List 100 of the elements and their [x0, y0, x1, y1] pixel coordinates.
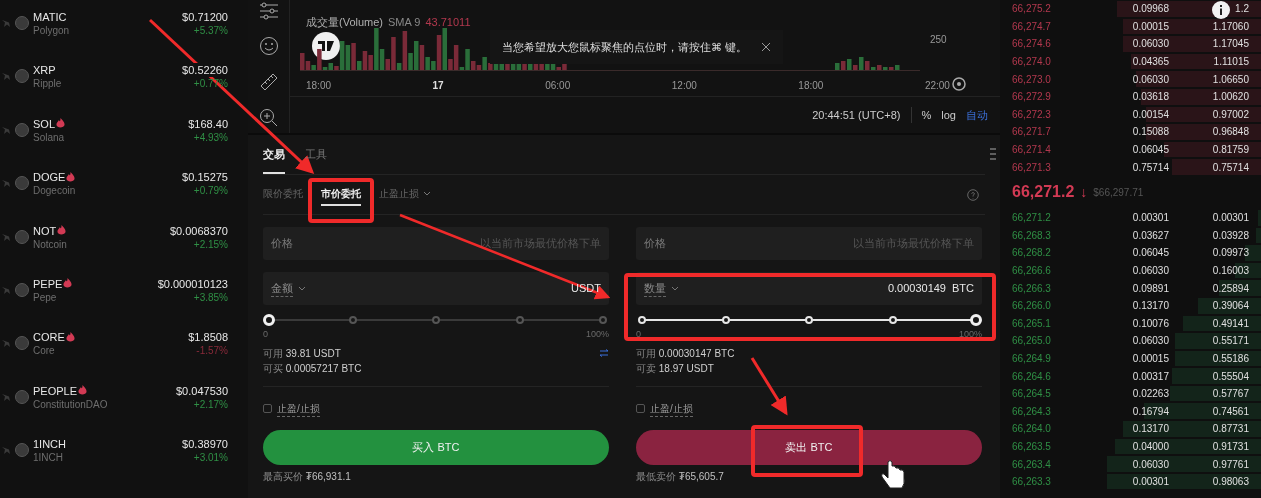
buy-button[interactable]: 买入 BTC — [263, 429, 609, 465]
menu-icon[interactable] — [990, 148, 996, 160]
coin-icon — [15, 176, 29, 191]
slider-thumb[interactable] — [263, 314, 275, 326]
axis-value: 250 — [930, 33, 947, 47]
order-book-row[interactable]: 66,264.6 0.00317 0.55504 — [1000, 367, 1261, 385]
tradingview-logo[interactable] — [312, 32, 340, 60]
order-book-row[interactable]: 66,264.3 0.16794 0.74561 — [1000, 402, 1261, 421]
zoom-in-icon[interactable] — [258, 108, 279, 128]
coin-symbol: DOGE — [33, 170, 66, 185]
best-price: 最低卖价 ₮65,605.7 — [636, 469, 724, 484]
order-book-row[interactable]: 66,271.2 0.00301 0.00301 — [1000, 208, 1261, 227]
ruler-icon[interactable] — [258, 72, 279, 92]
checkbox[interactable] — [636, 404, 645, 413]
order-book-row[interactable]: 66,263.3 0.00301 0.98063 — [1000, 472, 1261, 491]
order-book-row[interactable]: 66,264.0 0.13170 0.87731 — [1000, 420, 1261, 438]
panel-tab[interactable]: 交易 — [263, 145, 285, 174]
order-book-row[interactable]: 66,266.3 0.09891 0.25894 — [1000, 279, 1261, 297]
scale-option[interactable]: % — [921, 106, 932, 124]
order-total: 0.25894 — [1212, 281, 1249, 296]
order-price: 66,265.1 — [1012, 316, 1052, 331]
checkbox-label: 止盈/止损 — [650, 400, 693, 417]
order-book-row[interactable]: 66,268.2 0.06045 0.09973 — [1000, 244, 1261, 262]
order-book-row[interactable]: 66,266.6 0.06030 0.16003 — [1000, 261, 1261, 280]
coin-row[interactable]: MATIC Polygon $0.71200 +5.37% — [0, 0, 248, 54]
order-amount: 0.06030 — [1132, 37, 1169, 52]
order-book-row[interactable]: 66,271.3 0.75714 0.75714 — [1000, 158, 1261, 176]
order-amount: 0.06030 — [1132, 72, 1169, 87]
chevron-down-icon[interactable] — [671, 286, 679, 291]
coin-symbol: NOT — [33, 223, 57, 238]
order-book-row[interactable]: 66,271.7 0.15088 0.96848 — [1000, 123, 1261, 141]
chevron-down-icon[interactable] — [298, 286, 306, 291]
close-icon[interactable] — [761, 42, 772, 52]
checkbox-label: 止盈/止损 — [277, 400, 320, 417]
order-book-row[interactable]: 66,272.9 0.03618 1.00620 — [1000, 87, 1261, 106]
amount-slider[interactable] — [263, 313, 609, 327]
order-book-row[interactable]: 66,263.5 0.04000 0.91731 — [1000, 437, 1261, 456]
order-amount: 0.13170 — [1132, 422, 1169, 437]
max-quantity: 可卖 18.97 USDT — [636, 361, 715, 376]
settings-icon[interactable] — [952, 77, 966, 91]
scale-option[interactable]: 自动 — [966, 106, 988, 124]
order-book-row[interactable]: 66,273.0 0.06030 1.06650 — [1000, 70, 1261, 88]
coin-name: Polygon — [33, 24, 71, 37]
checkbox[interactable] — [263, 404, 272, 413]
order-price: 66,264.6 — [1012, 369, 1052, 384]
order-type-tab[interactable]: 市价委托 — [321, 183, 361, 206]
smiley-icon[interactable] — [258, 36, 279, 56]
amount-slider[interactable] — [636, 313, 982, 327]
order-book-row[interactable]: 66,264.9 0.00015 0.55186 — [1000, 349, 1261, 368]
order-price: 66,264.0 — [1012, 422, 1052, 437]
help-icon[interactable] — [967, 188, 979, 201]
sell-button[interactable]: 卖出 BTC — [636, 429, 982, 465]
order-book-row[interactable]: 66,263.4 0.06030 0.97761 — [1000, 455, 1261, 473]
order-amount: 0.75714 — [1132, 160, 1169, 175]
order-total: 0.91731 — [1212, 439, 1249, 454]
order-total: 0.39064 — [1212, 299, 1249, 314]
order-book-row[interactable]: 66,265.0 0.06030 0.55171 — [1000, 332, 1261, 350]
order-total: 0.00301 — [1212, 211, 1249, 226]
fire-icon — [56, 118, 65, 130]
slider-max: 100% — [585, 328, 609, 341]
coin-price: $0.38970 — [182, 437, 228, 452]
coin-row[interactable]: 1INCH 1INCH $0.38970 +3.01% — [0, 427, 248, 481]
order-total: 1.2 — [1235, 2, 1249, 17]
order-book-row[interactable]: 66,266.0 0.13170 0.39064 — [1000, 296, 1261, 315]
coin-row[interactable]: NOT Notcoin $0.0068370 +2.15% — [0, 213, 248, 267]
order-price: 66,271.2 — [1012, 211, 1052, 226]
volume-legend: 成交量(Volume) — [306, 14, 384, 31]
slider-thumb[interactable] — [970, 314, 982, 326]
swap-icon[interactable] — [599, 349, 609, 357]
order-amount: 0.06030 — [1132, 457, 1169, 472]
coin-row[interactable]: CORE Core $1.8508 -1.57% — [0, 320, 248, 374]
order-book-row[interactable]: 66,274.6 0.06030 1.17045 — [1000, 35, 1261, 53]
slider-min: 0 — [263, 328, 268, 341]
order-book-row[interactable]: 66,264.5 0.02263 0.57767 — [1000, 384, 1261, 403]
sliders-icon[interactable] — [258, 2, 279, 20]
order-amount: 0.04365 — [1132, 55, 1169, 70]
coin-row[interactable]: PEOPLE ConstitutionDAO $0.047530 +2.17% — [0, 373, 248, 428]
order-book-row[interactable]: 66,265.1 0.10076 0.49141 — [1000, 314, 1261, 333]
coin-change: +3.85% — [193, 290, 228, 304]
order-total: 0.16003 — [1212, 264, 1249, 278]
order-book-row[interactable]: 66,272.3 0.00154 0.97002 — [1000, 105, 1261, 124]
order-book-row[interactable]: 66,268.3 0.03627 0.03928 — [1000, 226, 1261, 245]
coin-row[interactable]: DOGE Dogecoin $0.15275 +0.79% — [0, 160, 248, 214]
order-book-row[interactable]: 66,271.4 0.06045 0.81759 — [1000, 140, 1261, 159]
chevron-down-icon — [423, 191, 431, 196]
field-label: 价格 — [271, 236, 293, 252]
order-price: 66,271.4 — [1012, 143, 1052, 158]
hand-cursor-icon — [881, 460, 905, 489]
order-total: 0.55186 — [1212, 352, 1249, 366]
coin-icon — [15, 229, 29, 244]
available-balance: 可用 0.00030147 BTC — [636, 346, 735, 361]
panel-tab[interactable]: 工具 — [305, 145, 327, 174]
coin-change: +3.01% — [193, 451, 228, 465]
coin-row[interactable]: PEPE Pepe $0.000010123 +3.85% — [0, 266, 248, 321]
order-book-row[interactable]: 66,274.0 0.04365 1.11015 — [1000, 52, 1261, 71]
order-price: 66,263.5 — [1012, 439, 1052, 454]
scale-option[interactable]: log — [941, 106, 956, 124]
order-book-row[interactable]: 66,275.2 0.09968 1.2 — [1000, 0, 1261, 18]
coin-row[interactable]: SOL Solana $168.40 +4.93% — [0, 106, 248, 161]
order-book-row[interactable]: 66,274.7 0.00015 1.17060 — [1000, 17, 1261, 36]
